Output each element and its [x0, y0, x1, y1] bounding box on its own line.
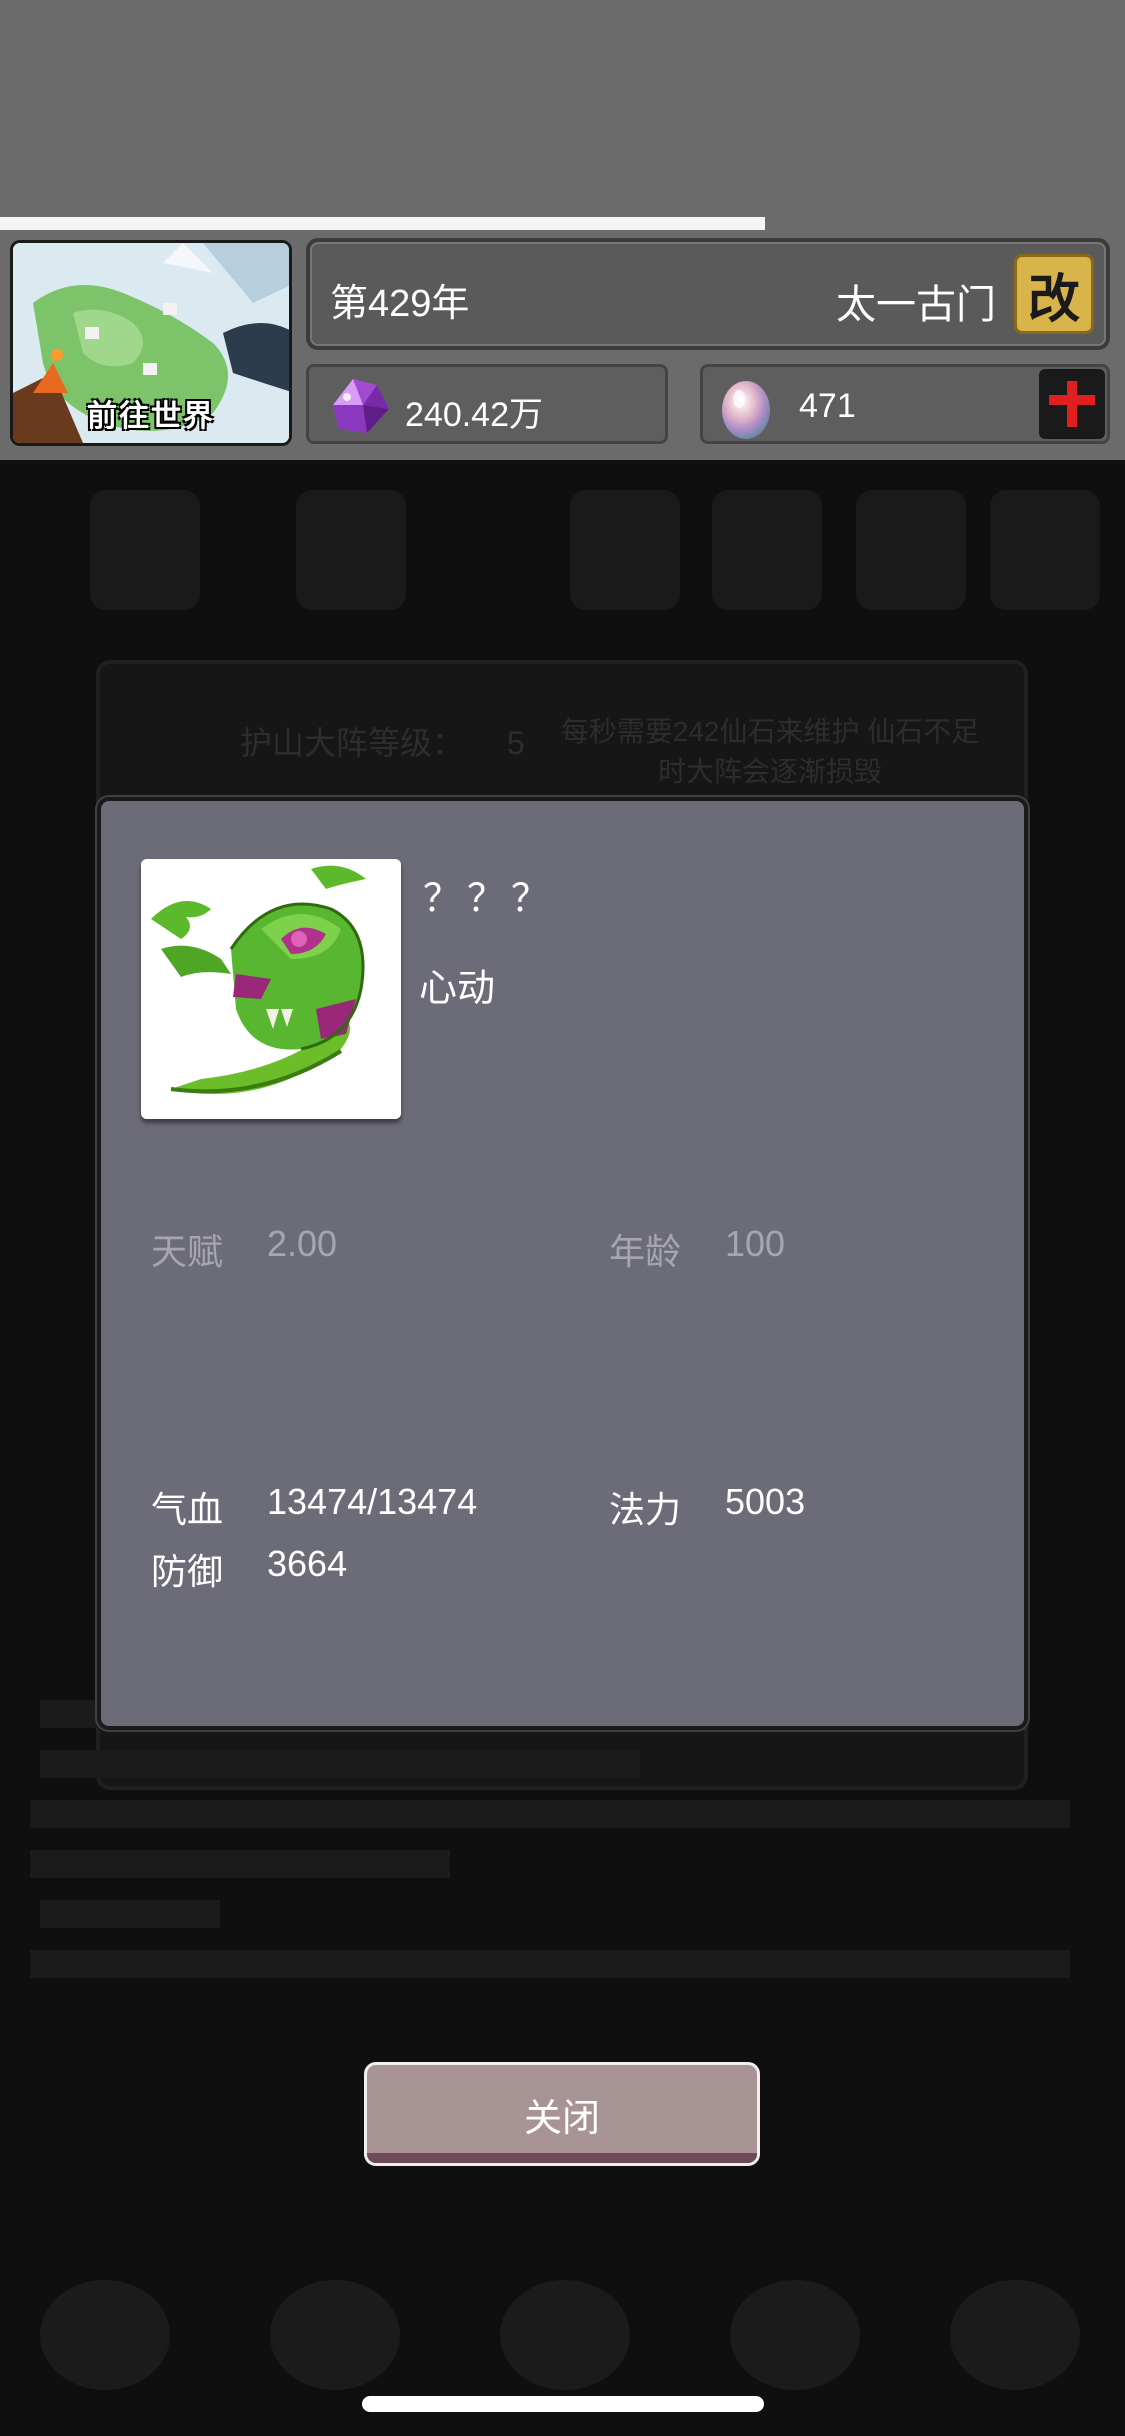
top-progress-fill [0, 217, 765, 230]
defense-value: 3664 [267, 1543, 348, 1584]
talent-value: 2.00 [267, 1223, 338, 1264]
close-button[interactable]: 关闭 [364, 2062, 760, 2166]
bg-tab-icon [990, 490, 1100, 610]
go-to-world-label: 前往世界 [87, 400, 215, 433]
hp-label: 气血 [151, 1489, 224, 1530]
mana-label: 法力 [609, 1489, 682, 1530]
defense-stat: 防御 3664 [151, 1543, 347, 1595]
age-label: 年龄 [609, 1231, 682, 1272]
hp-stat: 气血 13474/13474 [151, 1481, 477, 1533]
spirit-egg-icon [722, 381, 770, 439]
monster-info-dialog: ？？？ 心动 天赋 2.00 年龄 100 气血 13474/13474 法力 … [97, 797, 1028, 1730]
spirit-stone-counter: 240.42万 [306, 364, 668, 444]
bg-nav-icon [500, 2280, 630, 2390]
sect-name: 太一古门 [836, 283, 996, 327]
go-to-world-button[interactable]: 前往世界 [10, 240, 292, 446]
year-display: 第429年 [330, 283, 470, 325]
mana-stat: 法力 5003 [609, 1481, 805, 1533]
monster-realm: 心动 [419, 968, 496, 1010]
close-button-shade [367, 2153, 757, 2163]
bg-nav-icon [40, 2280, 170, 2390]
bg-tab-icon [712, 490, 822, 610]
bg-formation-level: 护山大阵等级： 5 [240, 718, 525, 764]
bg-tab-icon [570, 490, 680, 610]
mana-value: 5003 [725, 1481, 806, 1522]
bg-text-line [30, 1950, 1070, 1978]
purple-crystal-icon [333, 379, 389, 433]
talent-stat: 天赋 2.00 [151, 1223, 337, 1275]
bg-level-value: 5 [506, 725, 525, 761]
bg-tab-icon [296, 490, 406, 610]
bg-maintenance-notice: 每秒需要242仙石来维护 仙石不足时大阵会逐渐损毁 [560, 716, 980, 787]
bg-nav-icon [270, 2280, 400, 2390]
year-sect-panel: 第429年 太一古门 改 [306, 238, 1110, 350]
green-scorpion-monster-icon [141, 859, 401, 1119]
age-stat: 年龄 100 [609, 1223, 785, 1275]
bg-text-line [40, 1900, 220, 1928]
bg-tab-icon [90, 490, 200, 610]
spirit-stone-amount: 240.42万 [405, 396, 543, 434]
bg-text-line [30, 1850, 450, 1878]
defense-label: 防御 [151, 1551, 224, 1592]
bg-nav-icon [730, 2280, 860, 2390]
rename-sect-button[interactable]: 改 [1014, 254, 1094, 334]
monster-portrait [141, 859, 401, 1119]
bg-level-label: 护山大阵等级： [240, 725, 465, 761]
hp-value: 13474/13474 [267, 1481, 478, 1522]
red-plus-icon [1049, 381, 1095, 427]
spirit-egg-amount: 471 [799, 387, 856, 425]
age-value: 100 [725, 1223, 786, 1264]
bg-text-line [30, 1800, 1070, 1828]
monster-name: ？？？ [423, 878, 556, 920]
home-indicator[interactable] [362, 2396, 764, 2412]
talent-label: 天赋 [151, 1231, 224, 1272]
spirit-egg-counter: 471 [700, 364, 1110, 444]
bg-text-line [40, 1750, 640, 1778]
bg-tab-icon [856, 490, 966, 610]
close-button-label: 关闭 [523, 2097, 600, 2140]
top-progress-bar [0, 217, 1125, 230]
add-eggs-button[interactable] [1039, 369, 1105, 439]
bg-nav-icon [950, 2280, 1080, 2390]
